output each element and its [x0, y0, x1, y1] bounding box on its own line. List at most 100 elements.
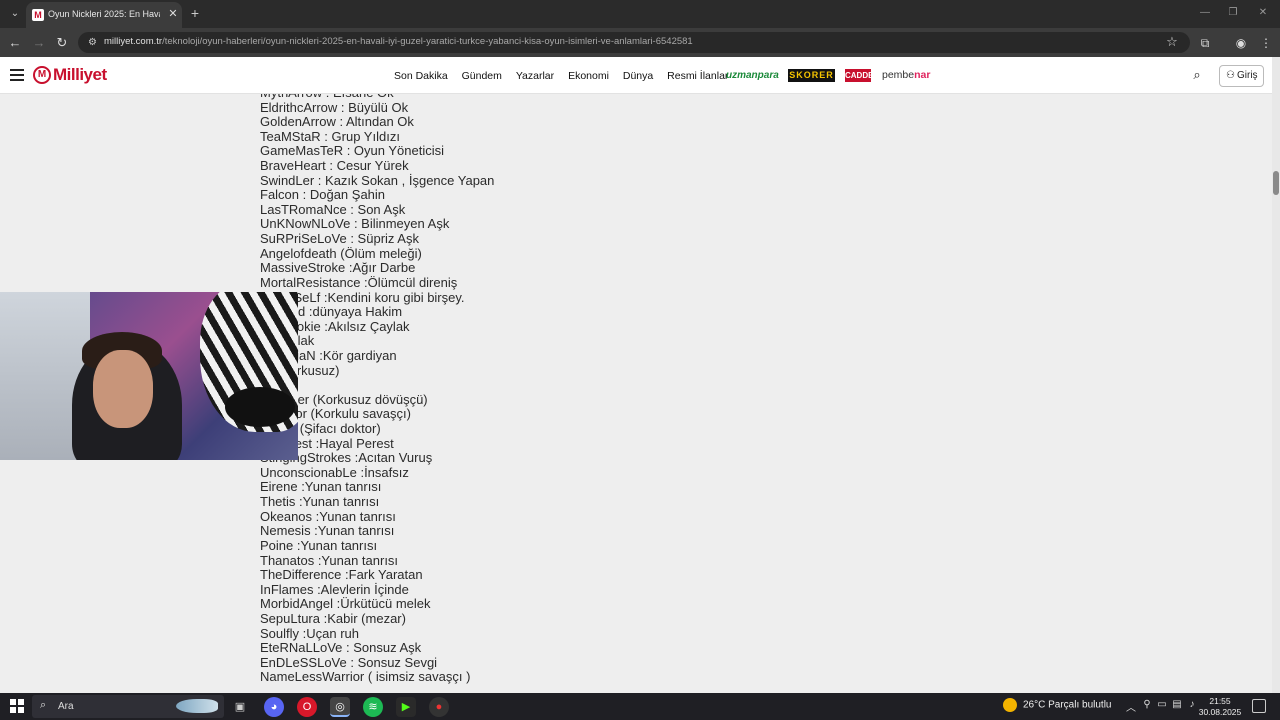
clock-time: 21:55: [1209, 696, 1231, 706]
tray-chevron-up-icon[interactable]: ︿: [1124, 699, 1138, 714]
article-content: MythArrow : Efsane OkEldrithcArrow : Büy…: [0, 94, 1272, 693]
list-item: EteRNaLLoVe : Sonsuz Aşk: [260, 640, 422, 656]
login-button[interactable]: ⚇ Giriş: [1219, 65, 1264, 87]
opera-gx-icon[interactable]: O: [297, 697, 317, 717]
obs-icon[interactable]: ●: [429, 697, 449, 717]
list-item: UnKNowNLoVe : Bilinmeyen Aşk: [260, 216, 450, 232]
list-item: GoldenArrow : Altından Ok: [260, 114, 414, 130]
list-item: Nemesis :Yunan tanrısı: [260, 523, 395, 539]
clock-date: 30.08.2025: [1198, 707, 1242, 717]
bookmark-star-icon[interactable]: ☆: [1164, 34, 1180, 50]
webcam-overlay: [0, 292, 298, 460]
tray-device-icon[interactable]: ▭: [1155, 699, 1169, 710]
reload-icon[interactable]: ↻: [53, 34, 71, 52]
logo-text: Milliyet: [53, 65, 107, 84]
site-info-icon[interactable]: ⚙: [86, 36, 99, 49]
restore-icon[interactable]: ❐: [1226, 6, 1240, 20]
list-item: SuRPriSeLoVe : Süpriz Aşk: [260, 231, 419, 247]
list-item: MorbidAngel :Ürkütücü melek: [260, 596, 431, 612]
uzmanpara-link[interactable]: uzmanpara: [726, 69, 779, 82]
search-icon[interactable]: ⌕: [1190, 68, 1204, 82]
webcam-microphone: [225, 387, 295, 427]
login-label: Giriş: [1237, 70, 1258, 81]
nav-ekonomi[interactable]: Ekonomi: [568, 70, 609, 82]
cadde-link[interactable]: CADDE: [845, 69, 873, 82]
window-close-icon[interactable]: ✕: [1256, 6, 1270, 20]
list-item: Eirene :Yunan tanrısı: [260, 479, 382, 495]
weather-partly-cloudy-icon: [1003, 698, 1017, 712]
hamburger-menu-icon[interactable]: [10, 69, 24, 81]
page-scrollbar[interactable]: [1272, 57, 1280, 693]
webcam-person-face: [93, 350, 153, 428]
forward-arrow-icon[interactable]: →: [30, 34, 48, 52]
list-item: Angelofdeath (Ölüm meleği): [260, 245, 422, 261]
main-navigation: Son Dakika Gündem Yazarlar Ekonomi Dünya…: [394, 70, 739, 82]
list-item: Thetis :Yunan tanrısı: [260, 494, 380, 510]
nav-yazarlar[interactable]: Yazarlar: [516, 70, 554, 82]
back-arrow-icon[interactable]: ←: [6, 34, 24, 52]
milliyet-logo-mark-icon: M: [33, 66, 51, 84]
browser-menu-kebab-icon[interactable]: ⋮: [1257, 34, 1275, 52]
extensions-puzzle-icon[interactable]: ⧉: [1196, 34, 1214, 52]
list-item: EnDLeSSLoVe : Sonsuz Sevgi: [260, 654, 438, 670]
nav-gundem[interactable]: Gündem: [462, 70, 502, 82]
scrollbar-thumb[interactable]: [1273, 171, 1279, 195]
chrome-icon[interactable]: ◎: [330, 697, 350, 717]
nav-resmi-ilanlar[interactable]: Resmi İlanlar: [667, 70, 728, 82]
new-tab-button[interactable]: +: [187, 5, 203, 21]
browser-toolbar: ← → ↻ ⚙ milliyet.com.tr/teknoloji/oyun-h…: [0, 28, 1280, 57]
list-item: SwindLer : Kazık Sokan , İşgence Yapan: [260, 172, 495, 188]
windows-taskbar: ⌕ Ara ▣ ◕ O ◎ ≋ ▶ ● 26°C Parçalı bulutlu…: [0, 693, 1280, 720]
taskbar-search-box[interactable]: ⌕ Ara: [32, 695, 224, 718]
address-bar[interactable]: ⚙ milliyet.com.tr/teknoloji/oyun-haberle…: [78, 32, 1190, 53]
list-item: LasTRomaNce : Son Aşk: [260, 201, 406, 217]
list-item: InFlames :Alevlerin İçinde: [260, 581, 409, 597]
list-item: TheDifference :Fark Yaratan: [260, 567, 423, 583]
tab-title: Oyun Nickleri 2025: En Havali, İy: [48, 9, 160, 19]
list-item: Okeanos :Yunan tanrısı: [260, 508, 396, 524]
search-highlight-shark-icon: [176, 699, 218, 713]
kick-studio-icon[interactable]: ▶: [396, 697, 416, 717]
user-icon: ⚇: [1226, 70, 1235, 81]
tab-search-chevron-icon[interactable]: ⌄: [6, 5, 24, 23]
url-path: /teknoloji/oyun-haberleri/oyun-nickleri-…: [162, 36, 693, 47]
minimize-icon[interactable]: —: [1198, 6, 1212, 20]
list-item: SepuLtura :Kabir (mezar): [260, 610, 406, 626]
pembe-text: pembe: [882, 69, 915, 81]
list-item: NameLessWarrior ( isimsiz savaşçı ): [260, 669, 471, 685]
list-item: UnconscionabLe :İnsafsız: [260, 464, 409, 480]
taskbar-clock[interactable]: 21:55 30.08.2025: [1196, 696, 1244, 718]
list-item: Thanatos :Yunan tanrısı: [260, 552, 399, 568]
list-item: BraveHeart : Cesur Yürek: [260, 158, 409, 174]
notification-center-icon[interactable]: [1252, 699, 1266, 713]
list-item: TeaMStaR : Grup Yıldızı: [260, 128, 400, 144]
windows-start-icon[interactable]: [10, 699, 24, 713]
weather-widget[interactable]: 26°C Parçalı bulutlu: [1003, 698, 1112, 712]
browser-tab-active[interactable]: M Oyun Nickleri 2025: En Havali, İy ✕: [26, 2, 182, 28]
milliyet-favicon-icon: M: [32, 9, 44, 21]
taskbar-search-icon: ⌕: [40, 699, 47, 711]
list-item: MortalResistance :Ölümcül direniş: [260, 274, 458, 290]
spotify-icon[interactable]: ≋: [363, 697, 383, 717]
microphone-icon[interactable]: ⚲: [1140, 699, 1154, 710]
nav-dunya[interactable]: Dünya: [623, 70, 653, 82]
skorer-link[interactable]: SKORER: [788, 69, 835, 82]
task-view-icon[interactable]: ▣: [230, 697, 250, 717]
discord-icon[interactable]: ◕: [264, 697, 284, 717]
url-text[interactable]: milliyet.com.tr/teknoloji/oyun-haberleri…: [104, 36, 693, 47]
browser-tab-bar: ⌄ M Oyun Nickleri 2025: En Havali, İy ✕ …: [0, 0, 1280, 28]
site-header: M Milliyet Son Dakika Gündem Yazarlar Ek…: [0, 57, 1272, 94]
url-domain: milliyet.com.tr: [104, 36, 163, 47]
list-item: Soulfly :Uçan ruh: [260, 625, 359, 641]
list-item: MassiveStroke :Ağır Darbe: [260, 260, 416, 276]
nav-son-dakika[interactable]: Son Dakika: [394, 70, 448, 82]
network-icon[interactable]: ▤: [1170, 699, 1184, 710]
pembenar-link[interactable]: pembenar: [882, 69, 930, 82]
list-item: Poine :Yunan tanrısı: [260, 537, 378, 553]
list-item: Falcon : Doğan Şahin: [260, 187, 386, 203]
list-item: EldrithcArrow : Büyülü Ok: [260, 99, 409, 115]
profile-avatar-icon[interactable]: ◉: [1232, 34, 1250, 52]
nar-text: nar: [914, 69, 931, 81]
list-item: GameMasTeR : Oyun Yöneticisi: [260, 143, 444, 159]
tab-close-icon[interactable]: ✕: [166, 7, 180, 21]
